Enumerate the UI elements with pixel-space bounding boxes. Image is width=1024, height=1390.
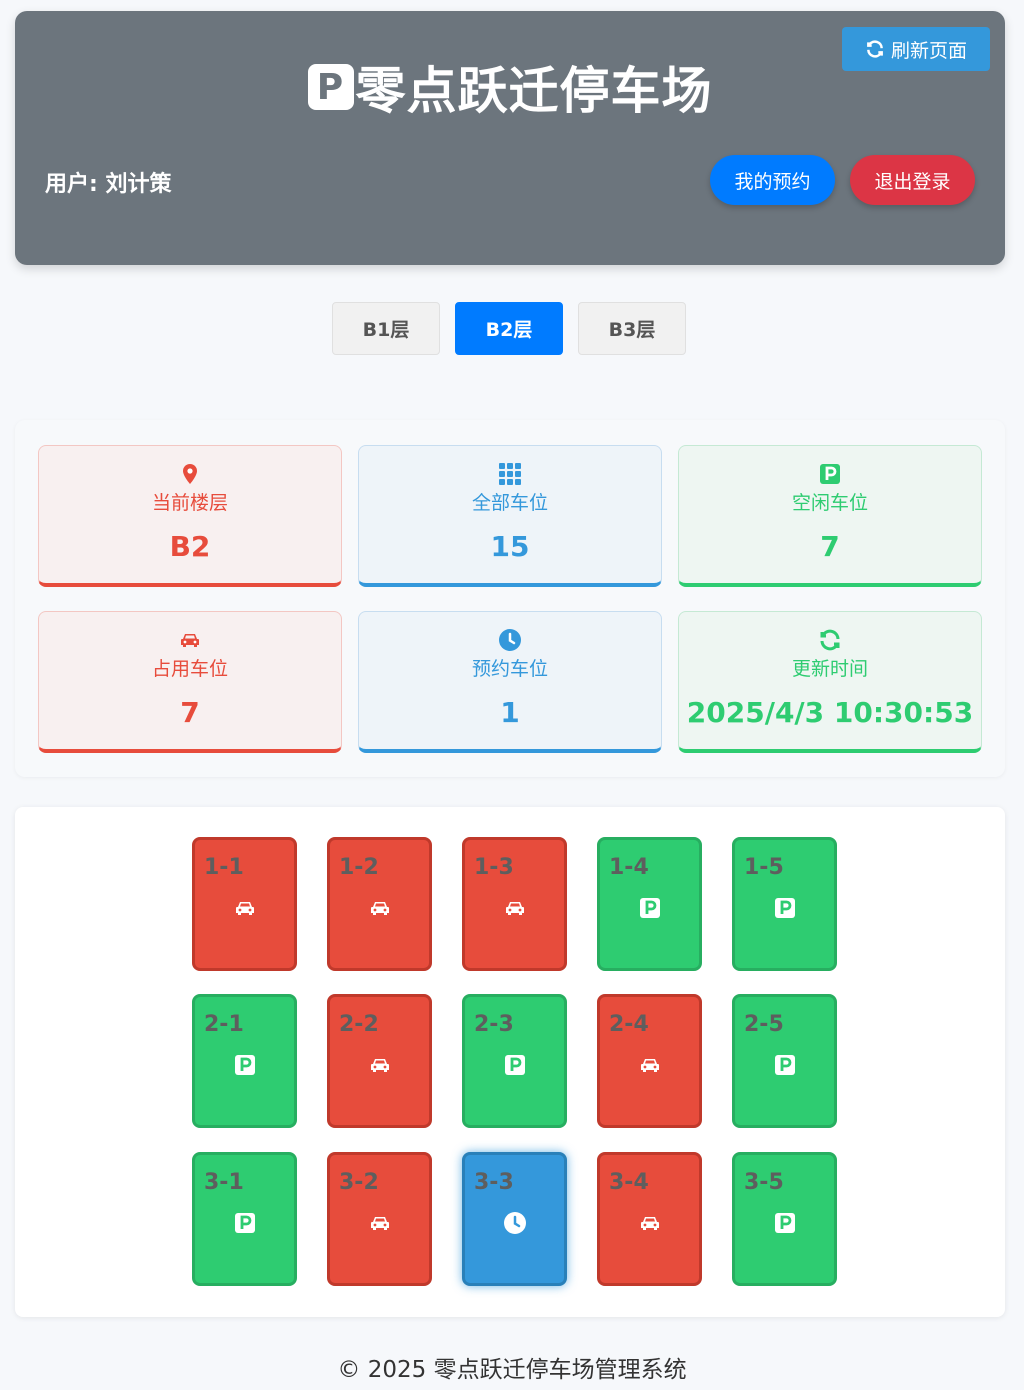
parking-icon — [504, 1055, 525, 1075]
clock-icon — [499, 629, 521, 651]
parking-spot-1-5[interactable]: 1-5 — [732, 837, 837, 971]
parking-spot-1-3[interactable]: 1-3 — [462, 837, 567, 971]
stat-value: 7 — [820, 530, 840, 563]
car-icon — [505, 902, 524, 915]
parking-spot-3-5[interactable]: 3-5 — [732, 1152, 837, 1286]
stat-card-occupied-spots: 占用车位 7 — [38, 611, 342, 753]
parking-icon — [234, 1213, 255, 1233]
car-icon — [181, 634, 199, 647]
parking-spot-2-4[interactable]: 2-4 — [597, 994, 702, 1128]
parking-spot-1-1[interactable]: 1-1 — [192, 837, 297, 971]
parking-spot-3-1[interactable]: 3-1 — [192, 1152, 297, 1286]
parking-spot-2-5[interactable]: 2-5 — [732, 994, 837, 1128]
stat-value: 15 — [490, 530, 530, 563]
parking-spot-2-2[interactable]: 2-2 — [327, 994, 432, 1128]
parking-spot-3-3[interactable]: 3-3 — [462, 1152, 567, 1286]
parking-icon — [820, 464, 840, 484]
parking-spot-1-4[interactable]: 1-4 — [597, 837, 702, 971]
spot-label: 3-1 — [204, 1170, 244, 1195]
spot-label: 2-4 — [609, 1012, 649, 1037]
stat-card-update-time: 更新时间 2025/4/3 10:30:53 — [678, 611, 982, 753]
parking-icon — [639, 898, 660, 918]
parking-spot-2-1[interactable]: 2-1 — [192, 994, 297, 1128]
clock-icon — [503, 1212, 526, 1234]
grid-icon — [499, 463, 521, 485]
stats-panel: 当前楼层 B2 全部车位 15 空闲车位 7 占用车位 7 预约车位 1 更新时… — [15, 420, 1005, 777]
parking-logo-icon: P — [307, 64, 354, 110]
stat-value: 2025/4/3 10:30:53 — [686, 696, 974, 729]
tab-floor-b1[interactable]: B1层 — [332, 302, 440, 355]
stat-card-free-spots: 空闲车位 7 — [678, 445, 982, 587]
stat-label: 空闲车位 — [791, 492, 868, 514]
spot-label: 1-2 — [339, 855, 379, 880]
spot-label: 1-3 — [474, 855, 514, 880]
spot-label: 2-2 — [339, 1012, 379, 1037]
user-name: 用户: 刘计策 — [45, 172, 172, 197]
my-reservations-button[interactable]: 我的预约 — [710, 155, 835, 205]
parking-spot-2-3[interactable]: 2-3 — [462, 994, 567, 1128]
parking-spot-3-4[interactable]: 3-4 — [597, 1152, 702, 1286]
spot-label: 1-4 — [609, 855, 649, 880]
parking-spot-3-2[interactable]: 3-2 — [327, 1152, 432, 1286]
page-title-text: 零点跃迁停车场 — [355, 62, 713, 120]
parking-icon — [774, 1213, 795, 1233]
car-icon — [640, 1059, 659, 1072]
footer: © 2025 零点跃迁停车场管理系统 — [337, 1357, 687, 1383]
refresh-icon — [820, 629, 840, 651]
stat-value: 1 — [500, 696, 520, 729]
spot-label: 3-3 — [474, 1170, 514, 1195]
tab-floor-b3[interactable]: B3层 — [578, 302, 686, 355]
parking-icon — [234, 1055, 255, 1075]
spot-label: 3-2 — [339, 1170, 379, 1195]
stat-card-total-spots: 全部车位 15 — [358, 445, 662, 587]
spot-label: 2-3 — [474, 1012, 514, 1037]
stat-label: 当前楼层 — [151, 492, 228, 514]
car-icon — [640, 1217, 659, 1230]
stat-label: 全部车位 — [471, 492, 548, 514]
car-icon — [235, 902, 254, 915]
car-icon — [370, 1217, 389, 1230]
page-title: P 零点跃迁停车场 — [15, 51, 1005, 123]
spot-label: 3-5 — [744, 1170, 784, 1195]
floor-tabs: B1层 B2层 B3层 — [332, 302, 692, 362]
stat-card-current-floor: 当前楼层 B2 — [38, 445, 342, 587]
spot-label: 1-5 — [744, 855, 784, 880]
parking-spot-1-2[interactable]: 1-2 — [327, 837, 432, 971]
map-marker-icon — [183, 464, 197, 484]
logout-button[interactable]: 退出登录 — [850, 155, 975, 205]
spot-label: 2-1 — [204, 1012, 244, 1037]
stat-label: 预约车位 — [471, 658, 548, 680]
spot-label: 1-1 — [204, 855, 244, 880]
stat-value: B2 — [169, 530, 211, 563]
spot-label: 2-5 — [744, 1012, 784, 1037]
spot-label: 3-4 — [609, 1170, 649, 1195]
stat-value: 7 — [180, 696, 200, 729]
parking-icon — [774, 1055, 795, 1075]
tab-floor-b2[interactable]: B2层 — [455, 302, 563, 355]
car-icon — [370, 902, 389, 915]
parking-lot-grid: 1-1 1-2 1-3 1-4 1-5 2-1 2-2 2-3 2-4 2-5 … — [15, 807, 1005, 1317]
stat-label: 占用车位 — [151, 658, 228, 680]
header: 刷新页面 P 零点跃迁停车场 用户: 刘计策 我的预约 退出登录 — [15, 11, 1005, 265]
stat-card-reserved-spots: 预约车位 1 — [358, 611, 662, 753]
parking-icon — [774, 898, 795, 918]
car-icon — [370, 1059, 389, 1072]
stat-label: 更新时间 — [791, 658, 868, 680]
